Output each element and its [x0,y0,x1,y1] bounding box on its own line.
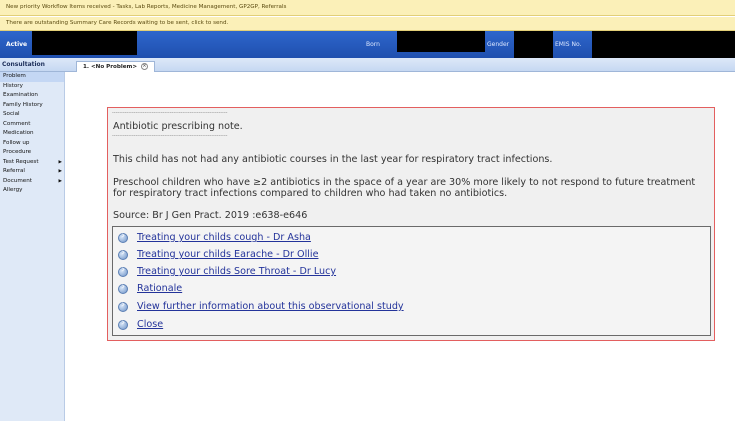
summary-care-records-notification[interactable]: There are outstanding Summary Care Recor… [0,17,735,31]
sidebar-item-follow-up[interactable]: Follow up [0,139,64,149]
patient-status: Active [6,41,28,48]
redacted-gender [514,31,553,58]
sidebar-item-test-request[interactable]: Test Request ▶ [0,158,64,168]
sidebar-item-label: Problem [3,73,26,79]
sidebar-item-label: Allergy [3,187,23,193]
antibiotic-prescribing-note: ----------------------------------------… [107,107,715,341]
sidebar-item-social[interactable]: Social [0,110,64,120]
redacted-dob [397,31,485,52]
redacted-patient-name [32,31,137,55]
sidebar-item-problem[interactable]: Problem [0,72,64,82]
sidebar-item-label: Test Request [3,158,39,165]
redacted-emis-number [592,31,735,58]
emis-number-label: EMIS No. [555,41,582,48]
note-source: Source: Br J Gen Pract. 2019 :e638-e646 [113,210,308,221]
priority-workflow-notification[interactable]: New priority Workflow Items received - T… [0,0,735,16]
consultation-header: Consultation 1. <No Problem> × [0,58,735,72]
submenu-arrow-icon: ▶ [58,169,62,174]
go-arrow-icon [118,318,128,330]
go-arrow-icon [118,248,128,260]
separator-bottom: ----------------------------------------… [112,133,228,139]
sidebar-item-label: Document [3,177,32,184]
submenu-arrow-icon: ▶ [58,178,62,184]
sidebar-item-label: Family History [3,101,43,108]
tab-label: 1. <No Problem> [83,64,138,70]
sidebar-item-history[interactable]: History [0,82,64,92]
sidebar-item-label: History [3,82,23,89]
sidebar-item-label: Examination [3,92,38,98]
consultation-title: Consultation [2,61,45,68]
sidebar-item-label: Social [3,111,20,117]
sidebar-item-label: Medication [3,130,34,136]
go-arrow-icon [118,265,128,277]
tab-no-problem[interactable]: 1. <No Problem> × [76,61,156,72]
link-label: Treating your childs Sore Throat - Dr Lu… [137,266,337,277]
sidebar-item-label: Comment [3,120,31,127]
consultation-sidebar: Problem History Examination Family History S… [0,72,65,421]
go-arrow-icon [118,282,128,294]
submenu-arrow-icon: ▶ [58,159,62,165]
close-tab-icon[interactable]: × [141,63,149,70]
sidebar-item-examination[interactable]: Examination [0,91,64,101]
link-label: Rationale [137,283,183,294]
link-label: Close [137,319,164,330]
sidebar-item-label: Procedure [3,149,32,155]
link-label: View further information about this obse… [137,301,404,312]
sidebar-item-comment[interactable]: Comment [0,120,64,130]
links-box: Treating your childs cough - Dr Asha Trea… [112,226,711,336]
note-line-evidence: Preschool children who have ≥2 antibioti… [113,177,696,199]
sidebar-item-document[interactable]: Document ▶ [0,177,64,187]
sidebar-item-label: Referral [3,168,25,174]
note-title: Antibiotic prescribing note. [113,121,243,132]
go-arrow-icon [118,300,128,312]
link-label: Treating your childs cough - Dr Asha [137,232,311,243]
sidebar-item-procedure[interactable]: Procedure [0,148,64,158]
go-arrow-icon [118,231,128,243]
gender-label: Gender [487,41,510,48]
sidebar-item-family-history[interactable]: Family History [0,101,64,111]
born-label: Born [366,41,380,48]
patient-banner: Active Born Gender EMIS No. [0,31,735,58]
link-label: Treating your childs Earache - Dr Ollie [137,249,319,260]
sidebar-item-medication[interactable]: Medication [0,129,64,139]
separator-top: ----------------------------------------… [112,110,228,116]
sidebar-item-label: Follow up [3,139,30,146]
sidebar-item-allergy[interactable]: Allergy [0,186,64,196]
note-line-history: This child has not had any antibiotic co… [113,154,553,165]
sidebar-item-referral[interactable]: Referral ▶ [0,167,64,177]
